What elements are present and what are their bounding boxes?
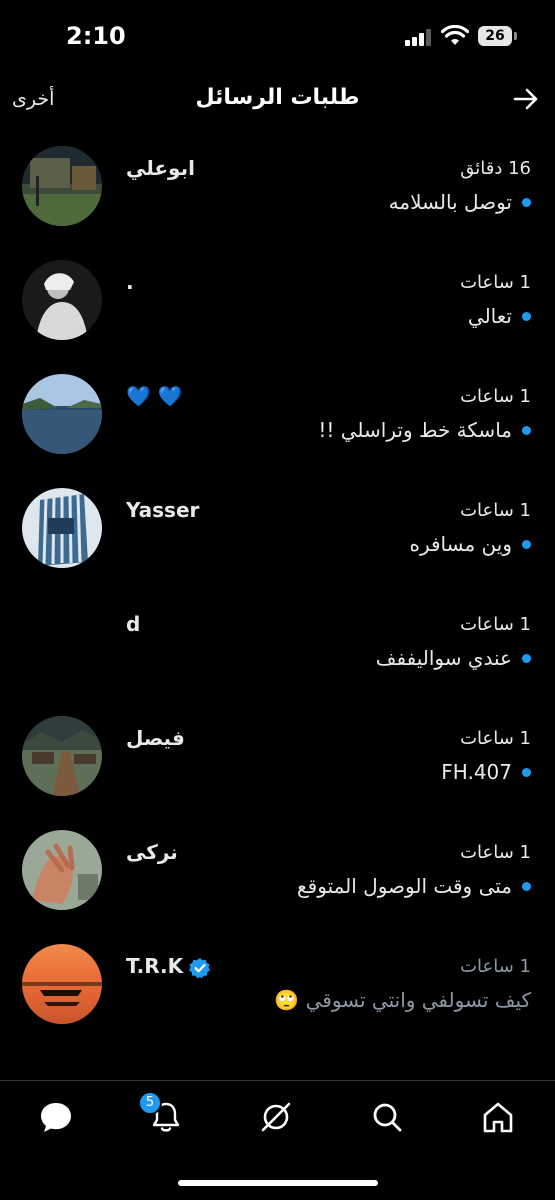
sender-name: . (126, 270, 134, 294)
avatar[interactable] (22, 146, 102, 226)
avatar[interactable] (22, 260, 102, 340)
notifications-badge: 5 (138, 1091, 162, 1115)
sender-name: d (126, 612, 141, 636)
message-text: وين مسافره (409, 532, 512, 556)
message-preview: متى وقت الوصول المتوقع (297, 874, 531, 898)
message-text: كيف تسولفي وانتي تسوقي 🙄 (274, 988, 531, 1012)
request-row-3[interactable]: 💙 💙 1 ساعات ماسكة خط وتراسلي !! (0, 356, 555, 470)
message-time: 1 ساعات (460, 842, 531, 863)
message-preview: وين مسافره (409, 532, 531, 556)
avatar[interactable] (22, 374, 102, 454)
unread-dot (522, 881, 531, 891)
back-arrow-icon[interactable] (511, 84, 541, 114)
page-title: طلبات الرسائل (195, 85, 360, 110)
sender-name: فيصل (126, 726, 185, 750)
sender-name: ابوعلي (126, 156, 195, 180)
request-row-4[interactable]: Yasser 1 ساعات وين مسافره (0, 470, 555, 584)
bottom-nav: 5 (0, 1081, 555, 1156)
request-row-6[interactable]: فيصل 1 ساعات FH.407 (0, 698, 555, 812)
avatar[interactable] (22, 830, 102, 910)
unread-dot (522, 197, 531, 207)
message-time: 1 ساعات (460, 614, 531, 635)
message-time: 1 ساعات (460, 500, 531, 521)
search-icon[interactable] (369, 1099, 405, 1135)
message-requests-list: ابوعلي 16 دقائق توصل بالسلامه . 1 ساعات … (0, 128, 555, 1040)
battery-icon: 26 (478, 26, 517, 46)
unread-dot (522, 767, 531, 777)
request-row-5[interactable]: d 1 ساعات عندي سواليففف (0, 584, 555, 698)
message-preview: FH.407 (441, 760, 531, 784)
status-bar: 2:10 26 (0, 0, 555, 70)
message-text: تعالي (467, 304, 512, 328)
message-time: 1 ساعات (460, 728, 531, 749)
avatar[interactable] (22, 716, 102, 796)
home-indicator[interactable] (178, 1180, 378, 1186)
unread-dot (522, 539, 531, 549)
message-text: ماسكة خط وتراسلي !! (318, 418, 512, 442)
avatar[interactable] (22, 602, 102, 682)
unread-dot (522, 311, 531, 321)
message-time: 16 دقائق (460, 158, 531, 179)
notifications-tab[interactable]: 5 (138, 1091, 184, 1135)
message-preview: عندي سواليففف (376, 646, 531, 670)
home-icon[interactable] (480, 1099, 516, 1135)
unread-dot (522, 653, 531, 663)
unread-dot (522, 425, 531, 435)
message-preview: تعالي (468, 304, 531, 328)
message-time: 1 ساعات (460, 386, 531, 407)
request-row-8[interactable]: T.R.K 1 ساعات كيف تسولفي وانتي تسوقي 🙄 (0, 926, 555, 1040)
message-preview: توصل بالسلامه (389, 190, 531, 214)
sender-name: Yasser (126, 498, 200, 522)
sender-name-text: T.R.K (126, 954, 184, 978)
cellular-signal-icon (405, 28, 435, 46)
status-time: 2:10 (66, 22, 126, 50)
header: أخرى طلبات الرسائل (0, 70, 555, 128)
message-text: متى وقت الوصول المتوقع (297, 874, 512, 898)
message-time: 1 ساعات (460, 272, 531, 293)
message-time: 1 ساعات (460, 956, 531, 977)
sender-name: 💙 💙 (126, 384, 183, 408)
message-text: FH.407 (441, 760, 512, 784)
message-preview: ماسكة خط وتراسلي !! (318, 418, 531, 442)
wifi-icon (441, 25, 469, 45)
sender-name: نركى (126, 840, 178, 864)
message-preview: كيف تسولفي وانتي تسوقي 🙄 (274, 988, 531, 1012)
avatar[interactable] (22, 488, 102, 568)
avatar[interactable] (22, 944, 102, 1024)
request-row-1[interactable]: ابوعلي 16 دقائق توصل بالسلامه (0, 128, 555, 242)
verified-badge-icon (189, 957, 211, 978)
battery-level: 26 (485, 28, 505, 44)
sender-name: T.R.K (126, 954, 211, 979)
message-text: توصل بالسلامه (388, 190, 512, 214)
grok-icon[interactable] (258, 1099, 294, 1135)
request-row-7[interactable]: نركى 1 ساعات متى وقت الوصول المتوقع (0, 812, 555, 926)
request-row-2[interactable]: . 1 ساعات تعالي (0, 242, 555, 356)
messages-icon[interactable] (38, 1099, 74, 1135)
message-text: عندي سواليففف (375, 646, 512, 670)
